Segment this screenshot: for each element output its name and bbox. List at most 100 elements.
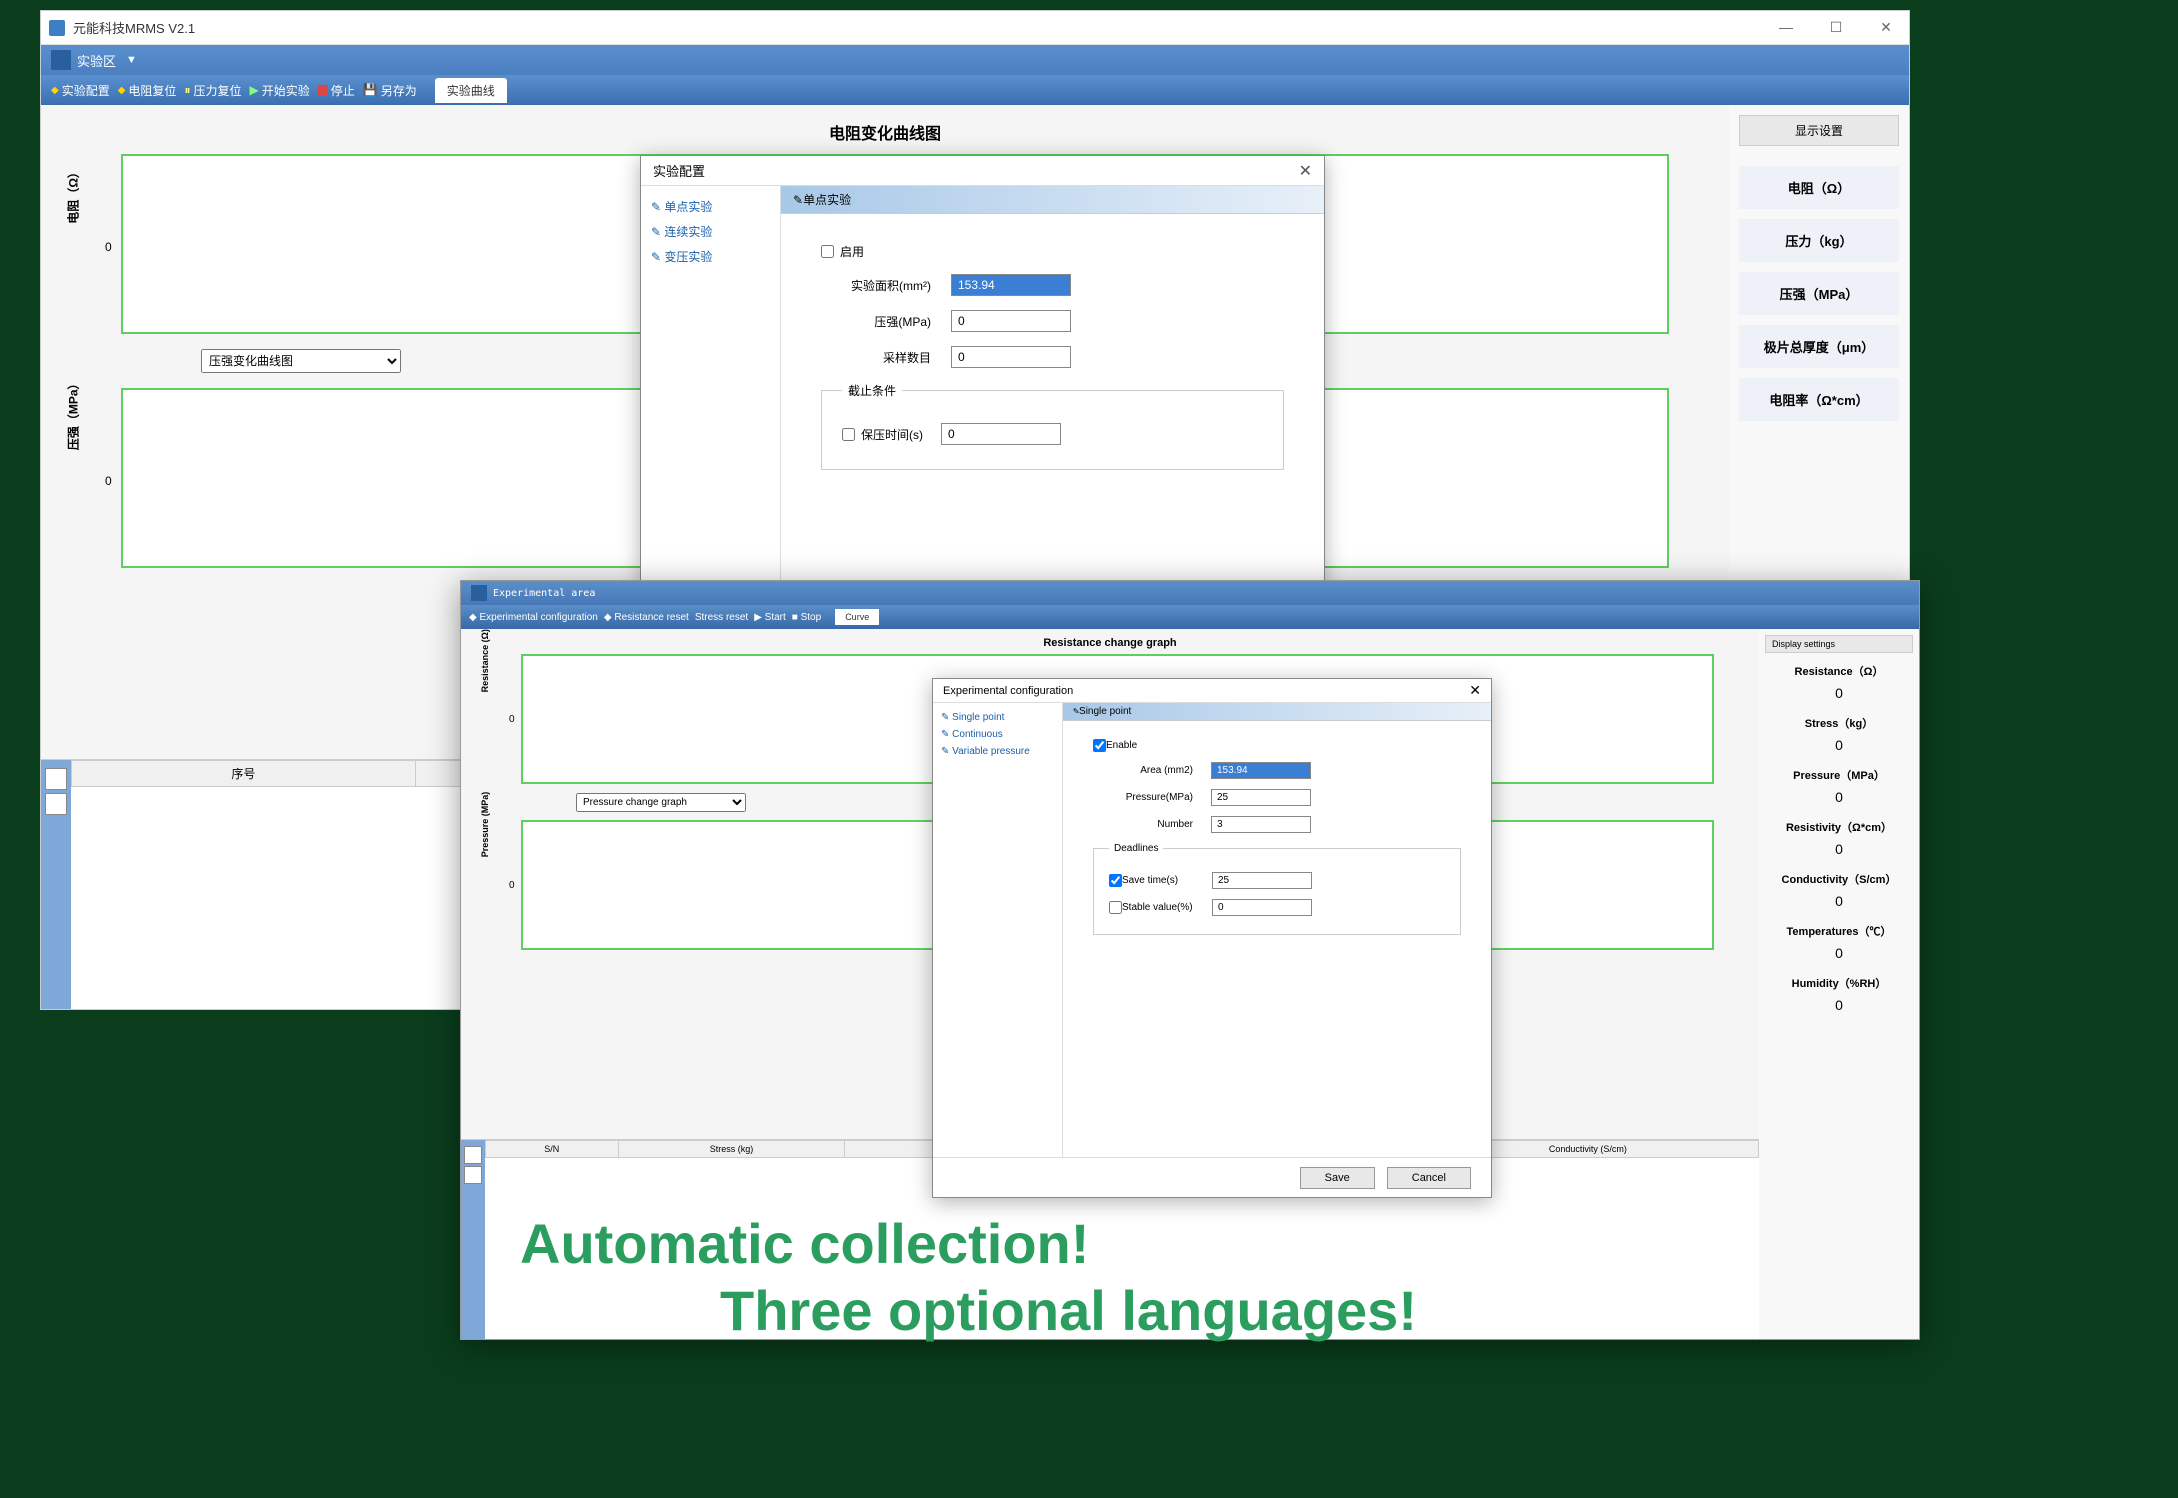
savetime-input[interactable] xyxy=(941,423,1061,445)
savetime-checkbox[interactable] xyxy=(842,428,855,441)
save-button[interactable]: Save xyxy=(1300,1167,1375,1189)
area2-label: Area (mm2) xyxy=(1093,765,1193,776)
area2-input[interactable] xyxy=(1211,762,1311,779)
side-resistivity: 电阻率（Ω*cm） xyxy=(1739,378,1899,421)
titlebar: 元能科技MRMS V2.1 — ☐ ✕ xyxy=(41,11,1909,45)
area-input[interactable] xyxy=(951,274,1071,296)
grid-icon1-en[interactable] xyxy=(464,1146,482,1164)
chart-title-en: Resistance change graph xyxy=(476,637,1744,649)
chart2-zero-en: 0 xyxy=(509,880,515,891)
side-conductivity-val-en: 0 xyxy=(1765,891,1913,919)
close-button[interactable]: ✕ xyxy=(1871,19,1901,36)
form-subhead: ✎单点实验 xyxy=(781,186,1324,214)
nav-variable[interactable]: ✎ 变压实验 xyxy=(649,244,772,269)
number-input[interactable] xyxy=(951,346,1071,368)
chart-title: 电阻变化曲线图 xyxy=(61,120,1709,144)
chart1-zero: 0 xyxy=(105,240,112,254)
chart-select-dropdown[interactable]: 压强变化曲线图 xyxy=(201,349,401,373)
form-body: 启用 实验面积(mm²) 压强(MPa) 采样数目 截止条件 保压时间(s) xyxy=(781,214,1324,485)
toolbar-stop-en[interactable]: ■ Stop xyxy=(792,612,821,623)
grid-icon2-en[interactable] xyxy=(464,1166,482,1184)
chart1-ylabel: 电阻（Ω） xyxy=(65,166,82,224)
enable-checkbox[interactable] xyxy=(821,245,834,258)
nav2-variable[interactable]: ✎ Variable pressure xyxy=(939,743,1056,760)
area-label: 实验面积(mm²) xyxy=(821,277,931,294)
pressure2-input[interactable] xyxy=(1211,789,1311,806)
minimize-button[interactable]: — xyxy=(1771,19,1801,36)
col-sn-en[interactable]: S/N xyxy=(486,1141,619,1158)
stable2-input[interactable] xyxy=(1212,899,1312,916)
side-resistance-lbl-en: Resistance（Ω） xyxy=(1765,659,1913,683)
enable2-checkbox[interactable] xyxy=(1093,739,1106,752)
savetime2-checkbox[interactable] xyxy=(1109,874,1122,887)
cancel-button[interactable]: Cancel xyxy=(1387,1167,1471,1189)
toolbar-start-en[interactable]: ▶ Start xyxy=(754,612,786,623)
toolbar-config-en[interactable]: ◆ Experimental configuration xyxy=(469,612,598,623)
toolbar-active-tab-en[interactable]: Curve xyxy=(835,609,879,625)
stable2-label: Stable value(%) xyxy=(1122,902,1212,913)
toolbar-reset-pressure[interactable]: ⏸压力复位 xyxy=(184,82,241,99)
toolbar-saveas[interactable]: 💾另存为 xyxy=(363,82,417,99)
tab-label[interactable]: 实验区 xyxy=(77,51,116,70)
chart2-yl-en: Pressure (MPa) xyxy=(480,792,490,858)
chart-select-en[interactable]: Pressure change graph xyxy=(576,793,746,812)
pressure-input[interactable] xyxy=(951,310,1071,332)
maximize-button[interactable]: ☐ xyxy=(1821,19,1851,36)
chart1-zero-en: 0 xyxy=(509,714,515,725)
dialog-titlebar: 实验配置 ✕ xyxy=(641,156,1324,186)
side-pressure-lbl-en: Pressure（MPa） xyxy=(1765,763,1913,787)
number2-input[interactable] xyxy=(1211,816,1311,833)
display-settings-en[interactable]: Display settings xyxy=(1765,635,1913,653)
stable2-checkbox[interactable] xyxy=(1109,901,1122,914)
dialog2-close-icon[interactable]: ✕ xyxy=(1469,682,1481,699)
grid-icon-2[interactable] xyxy=(45,793,67,815)
toolbar-reset-s-en[interactable]: Stress reset xyxy=(695,612,748,623)
pressure-label: 压强(MPa) xyxy=(821,313,931,330)
deadline-fieldset: 截止条件 保压时间(s) xyxy=(821,382,1284,470)
toolbar-reset-resistance[interactable]: ◆电阻复位 xyxy=(118,82,177,99)
nav2-single[interactable]: ✎ Single point xyxy=(939,709,1056,726)
grid-sidebar-en xyxy=(461,1140,485,1339)
nav-continuous[interactable]: ✎ 连续实验 xyxy=(649,219,772,244)
display-settings-button[interactable]: 显示设置 xyxy=(1739,115,1899,146)
col-sn[interactable]: 序号 xyxy=(72,761,416,787)
side-stress-val-en: 0 xyxy=(1765,735,1913,763)
grid-icon-1[interactable] xyxy=(45,768,67,790)
side-pressure-val-en: 0 xyxy=(1765,787,1913,815)
side-humidity-lbl-en: Humidity（%RH） xyxy=(1765,971,1913,995)
toolbar-start[interactable]: ▶开始实验 xyxy=(249,82,309,99)
savetime2-label: Save time(s) xyxy=(1122,875,1212,886)
tab-dropdown-icon[interactable]: ▼ xyxy=(126,54,137,66)
savetime2-input[interactable] xyxy=(1212,872,1312,889)
nav2-continuous[interactable]: ✎ Continuous xyxy=(939,726,1056,743)
toolbar-stop[interactable]: 停止 xyxy=(318,82,355,99)
nav-single-point[interactable]: ✎ 单点实验 xyxy=(649,194,772,219)
tab-label-en[interactable]: Experimental area xyxy=(493,588,595,599)
side-pressure: 压强（MPa） xyxy=(1739,272,1899,315)
config-dialog-en: Experimental configuration ✕ ✎ Single po… xyxy=(932,678,1492,1198)
window-controls: — ☐ ✕ xyxy=(1771,19,1901,36)
toolbar-active-tab[interactable]: 实验曲线 xyxy=(435,78,507,103)
toolbar: ◆实验配置 ◆电阻复位 ⏸压力复位 ▶开始实验 停止 💾另存为 实验曲线 xyxy=(41,75,1909,105)
side-conductivity-lbl-en: Conductivity（S/cm） xyxy=(1765,867,1913,891)
toolbar-reset-r-en[interactable]: ◆ Resistance reset xyxy=(604,612,689,623)
dialog2-buttons: Save Cancel xyxy=(933,1157,1491,1197)
col-stress-en[interactable]: Stress (kg) xyxy=(618,1141,845,1158)
toolbar-config[interactable]: ◆实验配置 xyxy=(51,82,110,99)
toolbar-en: ◆ Experimental configuration ◆ Resistanc… xyxy=(461,605,1919,629)
deadline2-legend: Deadlines xyxy=(1109,843,1163,854)
app-title: 元能科技MRMS V2.1 xyxy=(73,18,1771,37)
dialog2-body: ✎ Single point ✎ Continuous ✎ Variable p… xyxy=(933,703,1491,1157)
tab-icon-en xyxy=(471,585,487,601)
side-resistivity-val-en: 0 xyxy=(1765,839,1913,867)
dialog2-title: Experimental configuration xyxy=(943,685,1073,697)
dialog-nav: ✎ 单点实验 ✎ 连续实验 ✎ 变压实验 xyxy=(641,186,781,584)
side-temp-lbl-en: Temperatures（℃） xyxy=(1765,919,1913,943)
side-humidity-val-en: 0 xyxy=(1765,995,1913,1023)
chart1-yl-en: Resistance (Ω) xyxy=(480,629,490,692)
side-resistance-val-en: 0 xyxy=(1765,683,1913,711)
form2-subhead: ✎Single point xyxy=(1063,703,1491,721)
side-panel-en: Display settings Resistance（Ω） 0 Stress（… xyxy=(1759,629,1919,1339)
dialog-close-icon[interactable]: ✕ xyxy=(1299,161,1312,181)
config-dialog-cn: 实验配置 ✕ ✎ 单点实验 ✎ 连续实验 ✎ 变压实验 ✎单点实验 启用 实验面… xyxy=(640,155,1325,585)
